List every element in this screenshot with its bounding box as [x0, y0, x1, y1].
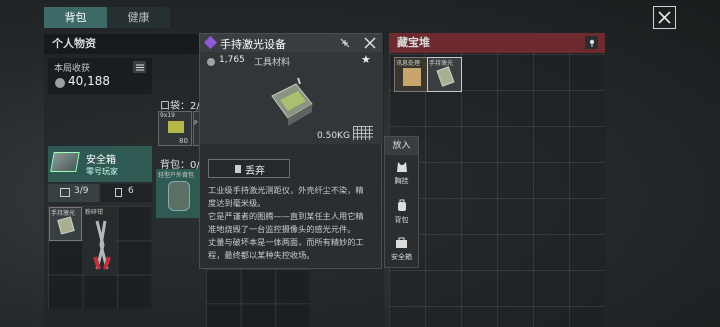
popup-header: 手持激光设备: [200, 34, 383, 52]
treasure-item1-label: 讯息处理: [396, 60, 421, 67]
document-bag-icon: [403, 68, 421, 86]
close-icon: [658, 11, 671, 24]
popup-title: 手持激光设备: [220, 38, 286, 51]
lock-count-tab[interactable]: 6: [101, 184, 152, 202]
backpack-item-icon: [168, 181, 190, 211]
backpack-slot[interactable]: 轻型户外背包: [156, 169, 202, 218]
lock-count: 6: [128, 186, 134, 196]
pocket-item1-label: 9x19: [160, 112, 176, 119]
treasure-item-message[interactable]: 讯息处理: [394, 57, 428, 92]
value-coin-icon: [207, 58, 215, 66]
safe-box-item-icon: [50, 152, 80, 172]
close-button[interactable]: [653, 6, 676, 29]
popup-image-area: 1,765 工具材料 ★ 0.50KG: [200, 52, 383, 144]
discard-button[interactable]: 丢弃: [208, 159, 290, 178]
size-grid-icon: [353, 126, 373, 140]
put-into-title: 放入: [385, 137, 418, 155]
popup-close-icon[interactable]: [364, 37, 376, 49]
rarity-diamond-icon: [204, 36, 217, 49]
ammo-box-icon: [168, 121, 184, 133]
desc-line-4: 准地烧毁了一台监控摄像头的感光元件。: [208, 224, 356, 234]
backpack-item-label: 轻型户外背包: [158, 172, 195, 179]
safe-capacity-tab[interactable]: 3/9: [48, 184, 99, 202]
treasure-pin-button[interactable]: [585, 36, 598, 49]
put-into-safe[interactable]: 安全箱: [385, 235, 418, 267]
put-into-vest[interactable]: 胸挂: [385, 159, 418, 191]
safe-box-name: 安全箱: [86, 155, 116, 166]
put-into-safe-label: 安全箱: [391, 253, 412, 261]
vest-icon: [396, 162, 407, 172]
earnings-label: 本局收获: [54, 64, 91, 74]
popup-value: 1,765: [219, 55, 245, 65]
desc-line-1: 工业级手持激光测距仪，外壳纤尘不染，精: [208, 185, 364, 195]
crusher-pliers-icon: [93, 220, 111, 270]
laser-rangefinder-image: [271, 77, 313, 126]
earnings-box: 本局收获 40,188: [48, 58, 152, 94]
pocket-item2-label: P: [194, 120, 198, 127]
tab-backpack[interactable]: 背包: [44, 7, 107, 28]
desc-line-6: 程，最终都以某种失控收场。: [208, 250, 315, 260]
item-detail-popup: 手持激光设备 1,765 工具材料 ★ 0.50KG 丢弃 工业级手持激光测距仪…: [199, 33, 383, 269]
grid-item-laser-label: 手持激光: [51, 210, 76, 217]
desc-line-5: 丈量与破坏本是一体两面，而所有精妙的工: [208, 237, 364, 247]
safe-capacity-count: 3/9: [74, 186, 89, 196]
popup-category: 工具材料: [254, 58, 291, 68]
box-icon: [60, 188, 70, 197]
collapse-icon[interactable]: [339, 37, 351, 49]
tab-health[interactable]: 健康: [107, 7, 170, 28]
trash-icon: [235, 165, 241, 173]
earnings-value: 40,188: [68, 74, 110, 88]
pocket-slot-1[interactable]: 9x19 80: [158, 111, 192, 146]
coin-icon: [55, 78, 65, 88]
desc-line-2: 度达到毫米级。: [208, 198, 266, 208]
treasure-item-laser[interactable]: 手持激光: [427, 57, 462, 92]
backpack-grid: [206, 269, 310, 327]
favorite-star-icon[interactable]: ★: [361, 53, 371, 66]
pin-icon: [589, 39, 594, 47]
grid-item-crusher[interactable]: 粉碎钳: [83, 207, 117, 275]
grid-item-crusher-label: 粉碎钳: [85, 209, 104, 216]
put-into-backpack-label: 背包: [394, 216, 409, 224]
lock-icon: [115, 188, 122, 197]
put-into-vest-label: 胸挂: [394, 177, 409, 185]
discard-label: 丢弃: [245, 166, 265, 177]
put-into-backpack[interactable]: 背包: [385, 197, 418, 229]
popup-weight: 0.50KG: [317, 131, 350, 141]
put-into-menu: 放入 胸挂 背包 安全箱: [384, 136, 419, 268]
safe-box-slot[interactable]: 安全箱 零号玩家: [48, 146, 152, 182]
desc-line-3: 它是严谨者的图腾——直到某任主人用它精: [208, 211, 364, 221]
tab-bar: 背包 健康: [44, 7, 170, 28]
list-icon: [135, 64, 144, 70]
treasure-panel: 藏宝堆 讯息处理 手持激光: [389, 33, 605, 327]
laser-device-icon: [57, 216, 75, 235]
list-button[interactable]: [133, 61, 146, 73]
safe-box-icon: [396, 237, 407, 248]
grid-item-laser[interactable]: 手持激光: [49, 207, 82, 241]
treasure-item2-label: 手持激光: [429, 60, 454, 67]
backpack-icon: [397, 199, 406, 211]
popup-description: 工业级手持激光测距仪，外壳纤尘不染，精 度达到毫米级。 它是严谨者的图腾——直到…: [208, 184, 380, 262]
laser-device-icon: [436, 66, 455, 87]
treasure-title: 藏宝堆: [389, 33, 605, 53]
pocket-item1-count: 80: [179, 137, 188, 145]
safe-box-sub: 零号玩家: [86, 167, 118, 176]
